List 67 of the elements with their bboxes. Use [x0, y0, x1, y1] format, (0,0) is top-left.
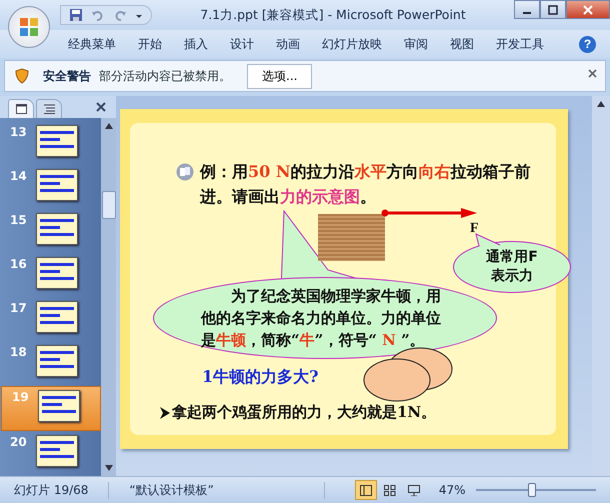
close-icon[interactable]: [96, 102, 106, 112]
bubble-text: 为了纪念英国物理学家牛顿，用他的名字来命名力的单位。力的单位是牛顿，简称“牛”，符号“ N ”。: [201, 286, 442, 351]
slide-thumbnail-item[interactable]: 16: [0, 254, 101, 297]
scroll-thumb[interactable]: [102, 191, 116, 219]
maximize-icon: [548, 4, 558, 14]
slide-thumbnail: [38, 390, 80, 422]
ribbon-tab[interactable]: 幻灯片放映: [312, 32, 392, 56]
scrollbar[interactable]: [101, 118, 116, 476]
outline-tab[interactable]: [36, 99, 62, 118]
normal-view-button[interactable]: [354, 480, 377, 500]
scroll-up-icon[interactable]: [104, 123, 112, 129]
slide-counter: 幻灯片 19/68: [14, 482, 110, 498]
window-title: 7.1力.ppt [兼容模式] - Microsoft PowerPoint: [199, 6, 467, 24]
slides-tab[interactable]: [8, 99, 34, 118]
slide-thumbnail: [36, 345, 78, 377]
theme-name: “默认设计模板”: [129, 482, 325, 498]
ribbon-tab[interactable]: 动画: [266, 32, 310, 56]
slide-thumbnail: [36, 435, 78, 467]
warning-message: 部分活动内容已被禁用。: [99, 68, 231, 84]
book-icon: [176, 163, 194, 181]
slide-thumbnail: [36, 169, 78, 201]
ribbon-tab[interactable]: 开始: [128, 32, 172, 56]
force-label: F: [470, 221, 479, 237]
slide-thumbnail-item[interactable]: 13: [0, 122, 101, 165]
slide-thumbnail-item[interactable]: 20: [0, 432, 101, 475]
projector-screen-icon: [408, 484, 420, 496]
scroll-down-icon[interactable]: [104, 465, 112, 471]
ribbon-tab[interactable]: 开发工具: [486, 32, 554, 56]
slide-thumbnail: [36, 257, 78, 289]
minimize-icon: [523, 12, 531, 14]
options-button[interactable]: 选项...: [247, 64, 312, 88]
ribbon-tab[interactable]: 插入: [174, 32, 218, 56]
office-logo-icon: [18, 16, 40, 38]
ribbon-tab[interactable]: 经典菜单: [58, 32, 126, 56]
zoom-level: 47%: [438, 483, 466, 497]
slide-thumbnail: [36, 125, 78, 157]
bullet-arrow-icon: [160, 406, 170, 418]
close-icon[interactable]: [588, 69, 597, 78]
scrollbar[interactable]: [592, 96, 610, 476]
close-icon: [583, 4, 593, 14]
bullet-text: 拿起两个鸡蛋所用的力，大约就是1N。: [172, 403, 436, 422]
shield-icon: [15, 68, 29, 84]
question-text: 1牛顿的力多大?: [202, 367, 319, 388]
ribbon-tab[interactable]: 视图: [440, 32, 484, 56]
slide-thumbnail: [36, 301, 78, 333]
ribbon-tab[interactable]: 设计: [220, 32, 264, 56]
zoom-slider-thumb[interactable]: [528, 483, 536, 497]
office-button[interactable]: [8, 6, 50, 48]
warning-title: 安全警告: [43, 68, 91, 84]
slide-thumbnail-item[interactable]: 14: [0, 166, 101, 209]
help-button[interactable]: ?: [579, 36, 596, 52]
grid-icon: [384, 484, 396, 496]
slide-thumbnail: [36, 213, 78, 245]
close-button[interactable]: [566, 0, 610, 19]
normal-view-icon: [360, 484, 372, 496]
ribbon-tab[interactable]: 审阅: [394, 32, 438, 56]
example-text: 例：用50 N的拉力沿水平方向向右拉动箱子前进。请画出力的示意图。: [200, 161, 532, 208]
slide-thumbnail-item[interactable]: 18: [0, 342, 101, 385]
maximize-button[interactable]: [540, 0, 566, 19]
outline-icon: [44, 104, 54, 114]
bubble-text: 通常用F表示力: [485, 248, 539, 286]
minimize-button[interactable]: [514, 0, 540, 19]
slide-icon: [16, 104, 26, 114]
slide-thumbnail-item[interactable]: 15: [0, 210, 101, 253]
save-icon[interactable]: [69, 8, 83, 22]
scroll-up-icon[interactable]: [597, 101, 605, 107]
wooden-box-drawing: [318, 214, 385, 261]
